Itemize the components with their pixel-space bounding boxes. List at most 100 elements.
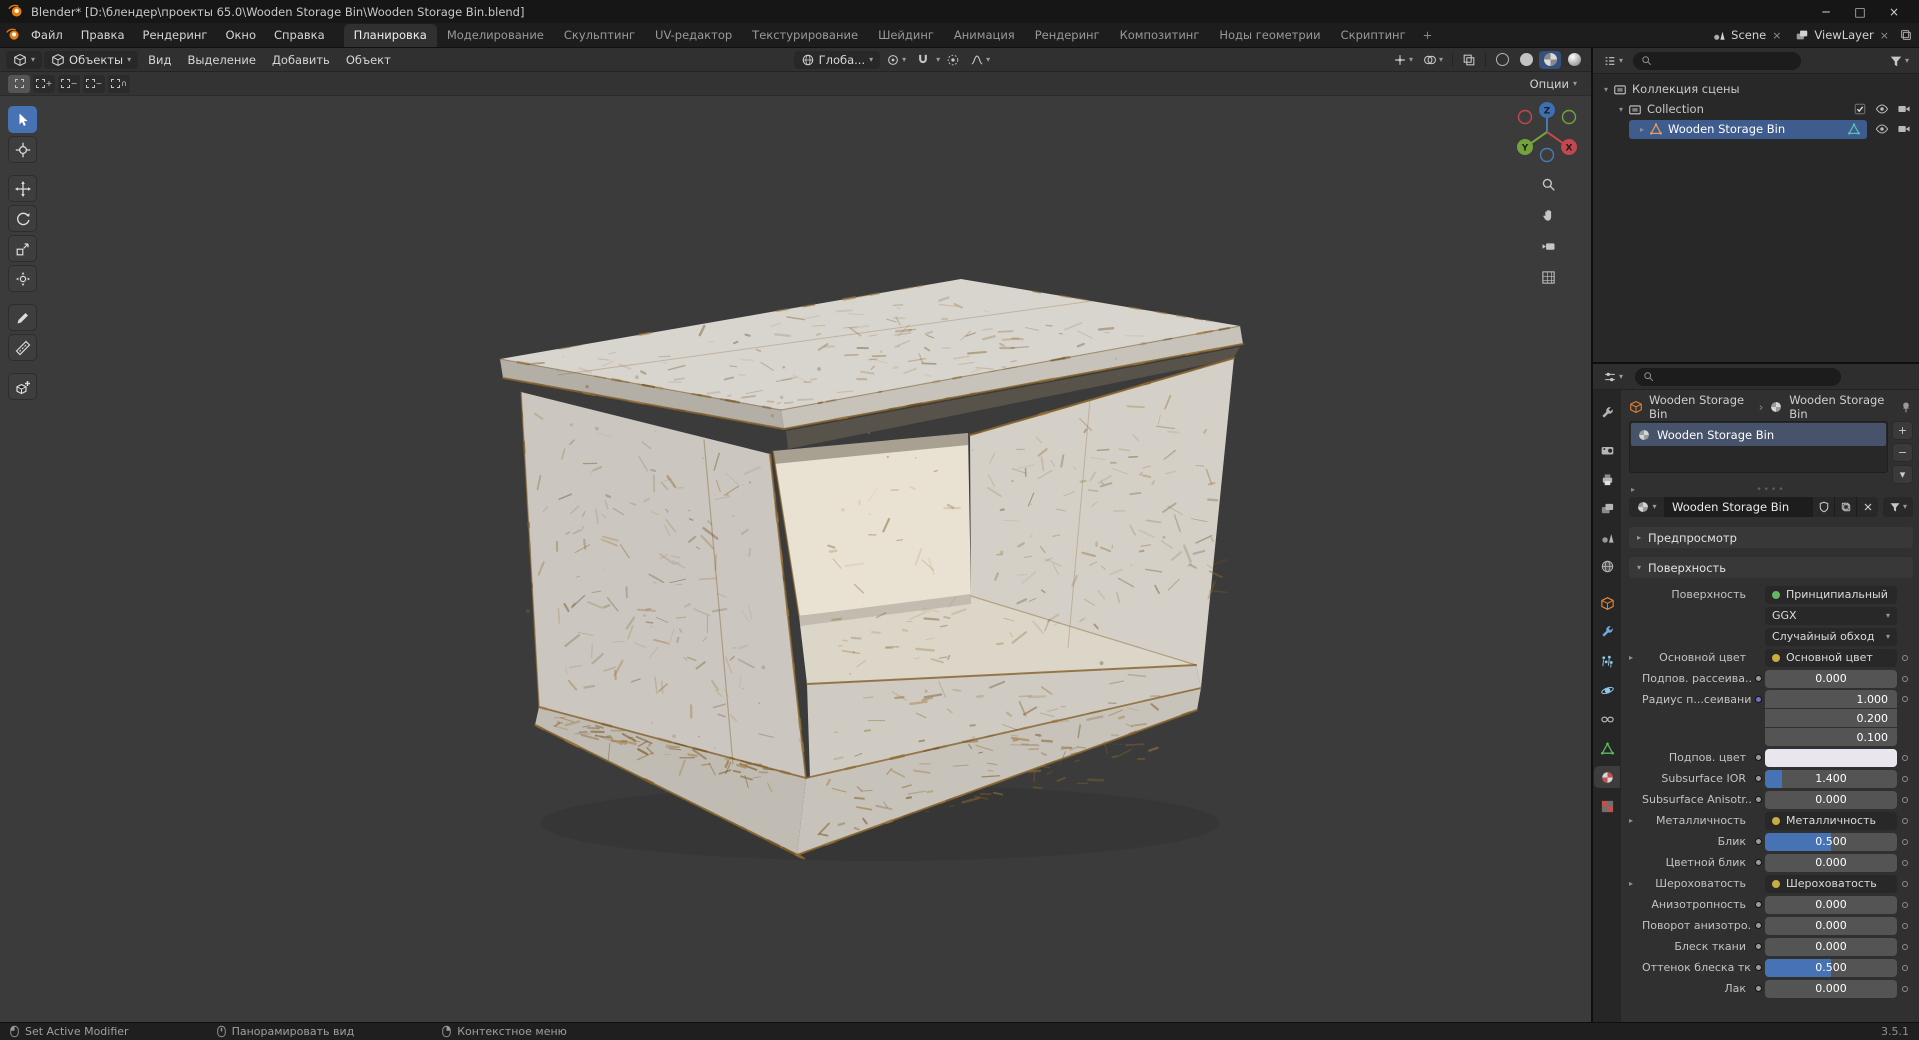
material-link-dropdown[interactable]: ▾ bbox=[1883, 497, 1913, 517]
decorator-dot-icon[interactable] bbox=[1902, 754, 1908, 761]
material-slot[interactable]: Wooden Storage Bin bbox=[1631, 423, 1886, 446]
workspace-tab-3[interactable]: UV-редактор bbox=[645, 24, 742, 47]
disclosure-open-icon[interactable]: ▾ bbox=[1599, 85, 1613, 94]
slider-15[interactable]: 0.000 bbox=[1765, 937, 1897, 956]
slider-11[interactable]: 0.000 bbox=[1765, 853, 1897, 872]
slider-14[interactable]: 0.000 bbox=[1765, 916, 1897, 935]
orientation-dropdown[interactable]: Глоба... ▾ bbox=[793, 50, 881, 69]
disclosure-closed-icon[interactable]: ▸ bbox=[1635, 125, 1649, 134]
list-resize-grip[interactable]: ▸ •••• bbox=[1629, 484, 1913, 495]
decorator-dot-icon[interactable] bbox=[1902, 775, 1908, 782]
duplicate-material-button[interactable] bbox=[1834, 497, 1856, 517]
slider-8[interactable]: 0.000 bbox=[1765, 790, 1897, 809]
decorator-dot-icon[interactable] bbox=[1902, 696, 1908, 702]
properties-search-input[interactable] bbox=[1635, 367, 1842, 386]
close-button[interactable]: × bbox=[1877, 1, 1911, 22]
properties-tab-object-data[interactable] bbox=[1594, 737, 1620, 759]
select-mode-intersect[interactable]: ∩ bbox=[108, 74, 130, 93]
outliner-row-1[interactable]: ▾ Collection bbox=[1593, 99, 1919, 119]
viewport-menu-3[interactable]: Объект bbox=[338, 50, 399, 70]
disclosure-open-icon[interactable]: ▾ bbox=[1614, 105, 1628, 114]
workspace-tab-5[interactable]: Шейдинг bbox=[868, 24, 944, 47]
proportional-edit-toggle[interactable] bbox=[942, 51, 964, 69]
material-name-field[interactable]: Wooden Storage Bin bbox=[1665, 497, 1812, 517]
gizmo-dropdown[interactable]: ▾ bbox=[1389, 51, 1417, 69]
checkbox-toggle[interactable] bbox=[1853, 102, 1867, 116]
tool-measure[interactable] bbox=[8, 334, 37, 361]
workspace-tab-7[interactable]: Рендеринг bbox=[1025, 24, 1110, 47]
properties-tab-object[interactable] bbox=[1594, 592, 1620, 614]
vector-value-2[interactable]: 0.100 bbox=[1765, 728, 1897, 746]
outliner-editor-button[interactable]: ▾ bbox=[1599, 52, 1627, 70]
properties-tab-texture[interactable] bbox=[1594, 795, 1620, 817]
menu-4[interactable]: Справка bbox=[265, 25, 334, 45]
vector-value-1[interactable]: 0.200 bbox=[1765, 709, 1897, 727]
properties-tab-world[interactable] bbox=[1594, 555, 1620, 577]
viewport-menu-0[interactable]: Вид bbox=[140, 50, 179, 70]
workspace-tab-8[interactable]: Композитинг bbox=[1110, 24, 1210, 47]
tool-cursor[interactable] bbox=[8, 136, 37, 163]
overlays-dropdown[interactable]: ▾ bbox=[1419, 51, 1447, 69]
breadcrumb-object[interactable]: Wooden Storage Bin bbox=[1649, 393, 1753, 421]
menu-0[interactable]: Файл bbox=[22, 25, 72, 45]
slider-16[interactable]: 0.500 bbox=[1765, 958, 1897, 977]
expander-icon[interactable]: ▸ bbox=[1629, 653, 1642, 662]
properties-tab-particles[interactable] bbox=[1594, 650, 1620, 672]
properties-tab-render[interactable] bbox=[1594, 439, 1620, 461]
properties-tab-view-layer[interactable] bbox=[1594, 497, 1620, 519]
workspace-tab-0[interactable]: Планировка bbox=[343, 24, 437, 47]
outliner-row-0[interactable]: ▾ Коллекция сцены bbox=[1593, 79, 1919, 99]
snap-dropdown[interactable]: ▾ bbox=[936, 55, 940, 64]
camera-toggle[interactable] bbox=[1897, 102, 1911, 116]
add-workspace-button[interactable]: + bbox=[1416, 24, 1440, 47]
camera-view-button[interactable] bbox=[1535, 233, 1561, 259]
editor-type-button[interactable]: ▾ bbox=[6, 50, 43, 69]
tool-rotate[interactable] bbox=[8, 205, 37, 232]
viewport-menu-2[interactable]: Добавить bbox=[264, 50, 338, 70]
properties-tab-tool[interactable] bbox=[1594, 402, 1620, 424]
slider-7[interactable]: 1.400 bbox=[1765, 769, 1897, 788]
tool-scale[interactable] bbox=[8, 235, 37, 262]
select-mode-subtract[interactable]: − bbox=[58, 74, 80, 93]
decorator-dot-icon[interactable] bbox=[1902, 964, 1908, 971]
select-mode-extend[interactable]: + bbox=[33, 74, 55, 93]
workspace-tab-9[interactable]: Ноды геометрии bbox=[1209, 24, 1330, 47]
unlink-material-button[interactable] bbox=[1856, 497, 1878, 517]
slider-17[interactable]: 0.000 bbox=[1765, 979, 1897, 998]
properties-tab-physics[interactable] bbox=[1594, 679, 1620, 701]
slider-10[interactable]: 0.500 bbox=[1765, 832, 1897, 851]
dropdown-2[interactable]: Случайный обход ▾ bbox=[1765, 627, 1897, 646]
pin-icon[interactable] bbox=[1899, 400, 1913, 414]
navigation-gizmo[interactable]: Z Y X bbox=[1515, 100, 1581, 166]
decorator-dot-icon[interactable] bbox=[1902, 817, 1908, 824]
decorator-dot-icon[interactable] bbox=[1902, 675, 1908, 682]
properties-tab-constraints[interactable] bbox=[1594, 708, 1620, 730]
options-dropdown[interactable]: Опции ▾ bbox=[1524, 75, 1583, 93]
xray-toggle[interactable] bbox=[1458, 51, 1480, 69]
new-view-layer-button[interactable] bbox=[1899, 28, 1913, 42]
menu-3[interactable]: Окно bbox=[216, 25, 265, 45]
workspace-tab-2[interactable]: Скульптинг bbox=[554, 24, 645, 47]
maximize-button[interactable]: □ bbox=[1843, 1, 1877, 22]
fake-user-button[interactable] bbox=[1812, 497, 1834, 517]
shading-rendered-button[interactable] bbox=[1563, 51, 1585, 69]
material-browse-button[interactable]: ▾ bbox=[1629, 497, 1665, 517]
texture-link-3[interactable]: Основной цвет bbox=[1765, 648, 1897, 667]
properties-tab-output[interactable] bbox=[1594, 468, 1620, 490]
minimize-button[interactable]: ─ bbox=[1809, 1, 1843, 22]
blender-menu-button[interactable] bbox=[6, 27, 20, 44]
decorator-dot-icon[interactable] bbox=[1902, 985, 1908, 992]
decorator-dot-icon[interactable] bbox=[1902, 859, 1908, 866]
tool-transform[interactable] bbox=[8, 265, 37, 292]
tool-annotate[interactable] bbox=[8, 304, 37, 331]
decorator-dot-icon[interactable] bbox=[1902, 838, 1908, 845]
outliner-selected-row[interactable]: ▸ Wooden Storage Bin bbox=[1629, 119, 1867, 139]
pan-button[interactable] bbox=[1535, 202, 1561, 228]
tool-box-select[interactable] bbox=[8, 106, 37, 133]
slider-4[interactable]: 0.000 bbox=[1765, 669, 1897, 688]
slider-13[interactable]: 0.000 bbox=[1765, 895, 1897, 914]
breadcrumb-material[interactable]: Wooden Storage Bin bbox=[1789, 393, 1893, 421]
workspace-tab-10[interactable]: Скриптинг bbox=[1331, 24, 1416, 47]
properties-tab-scene[interactable] bbox=[1594, 526, 1620, 548]
shading-solid-button[interactable] bbox=[1515, 51, 1537, 69]
